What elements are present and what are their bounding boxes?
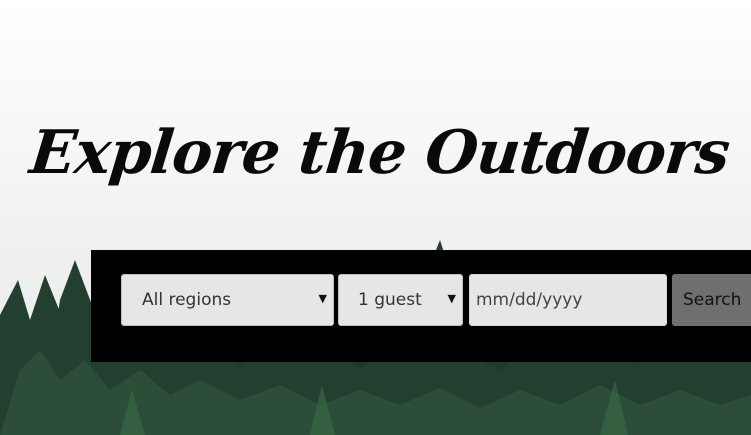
search-button[interactable]: Search [672, 274, 751, 326]
guests-select[interactable]: 1 guest ▼ [338, 274, 463, 326]
chevron-down-icon: ▼ [447, 292, 456, 305]
region-select-value: All regions [142, 290, 232, 310]
date-input-placeholder: mm/dd/yyyy [476, 290, 583, 310]
hero-section: Explore the Outdoors All regions ▼ 1 gue… [0, 0, 751, 435]
date-input[interactable]: mm/dd/yyyy [469, 274, 667, 326]
search-bar: All regions ▼ 1 guest ▼ mm/dd/yyyy Searc… [91, 250, 751, 362]
guests-select-value: 1 guest [358, 290, 422, 310]
chevron-down-icon: ▼ [318, 292, 327, 305]
page-headline: Explore the Outdoors [26, 118, 733, 188]
region-select[interactable]: All regions ▼ [121, 274, 334, 326]
